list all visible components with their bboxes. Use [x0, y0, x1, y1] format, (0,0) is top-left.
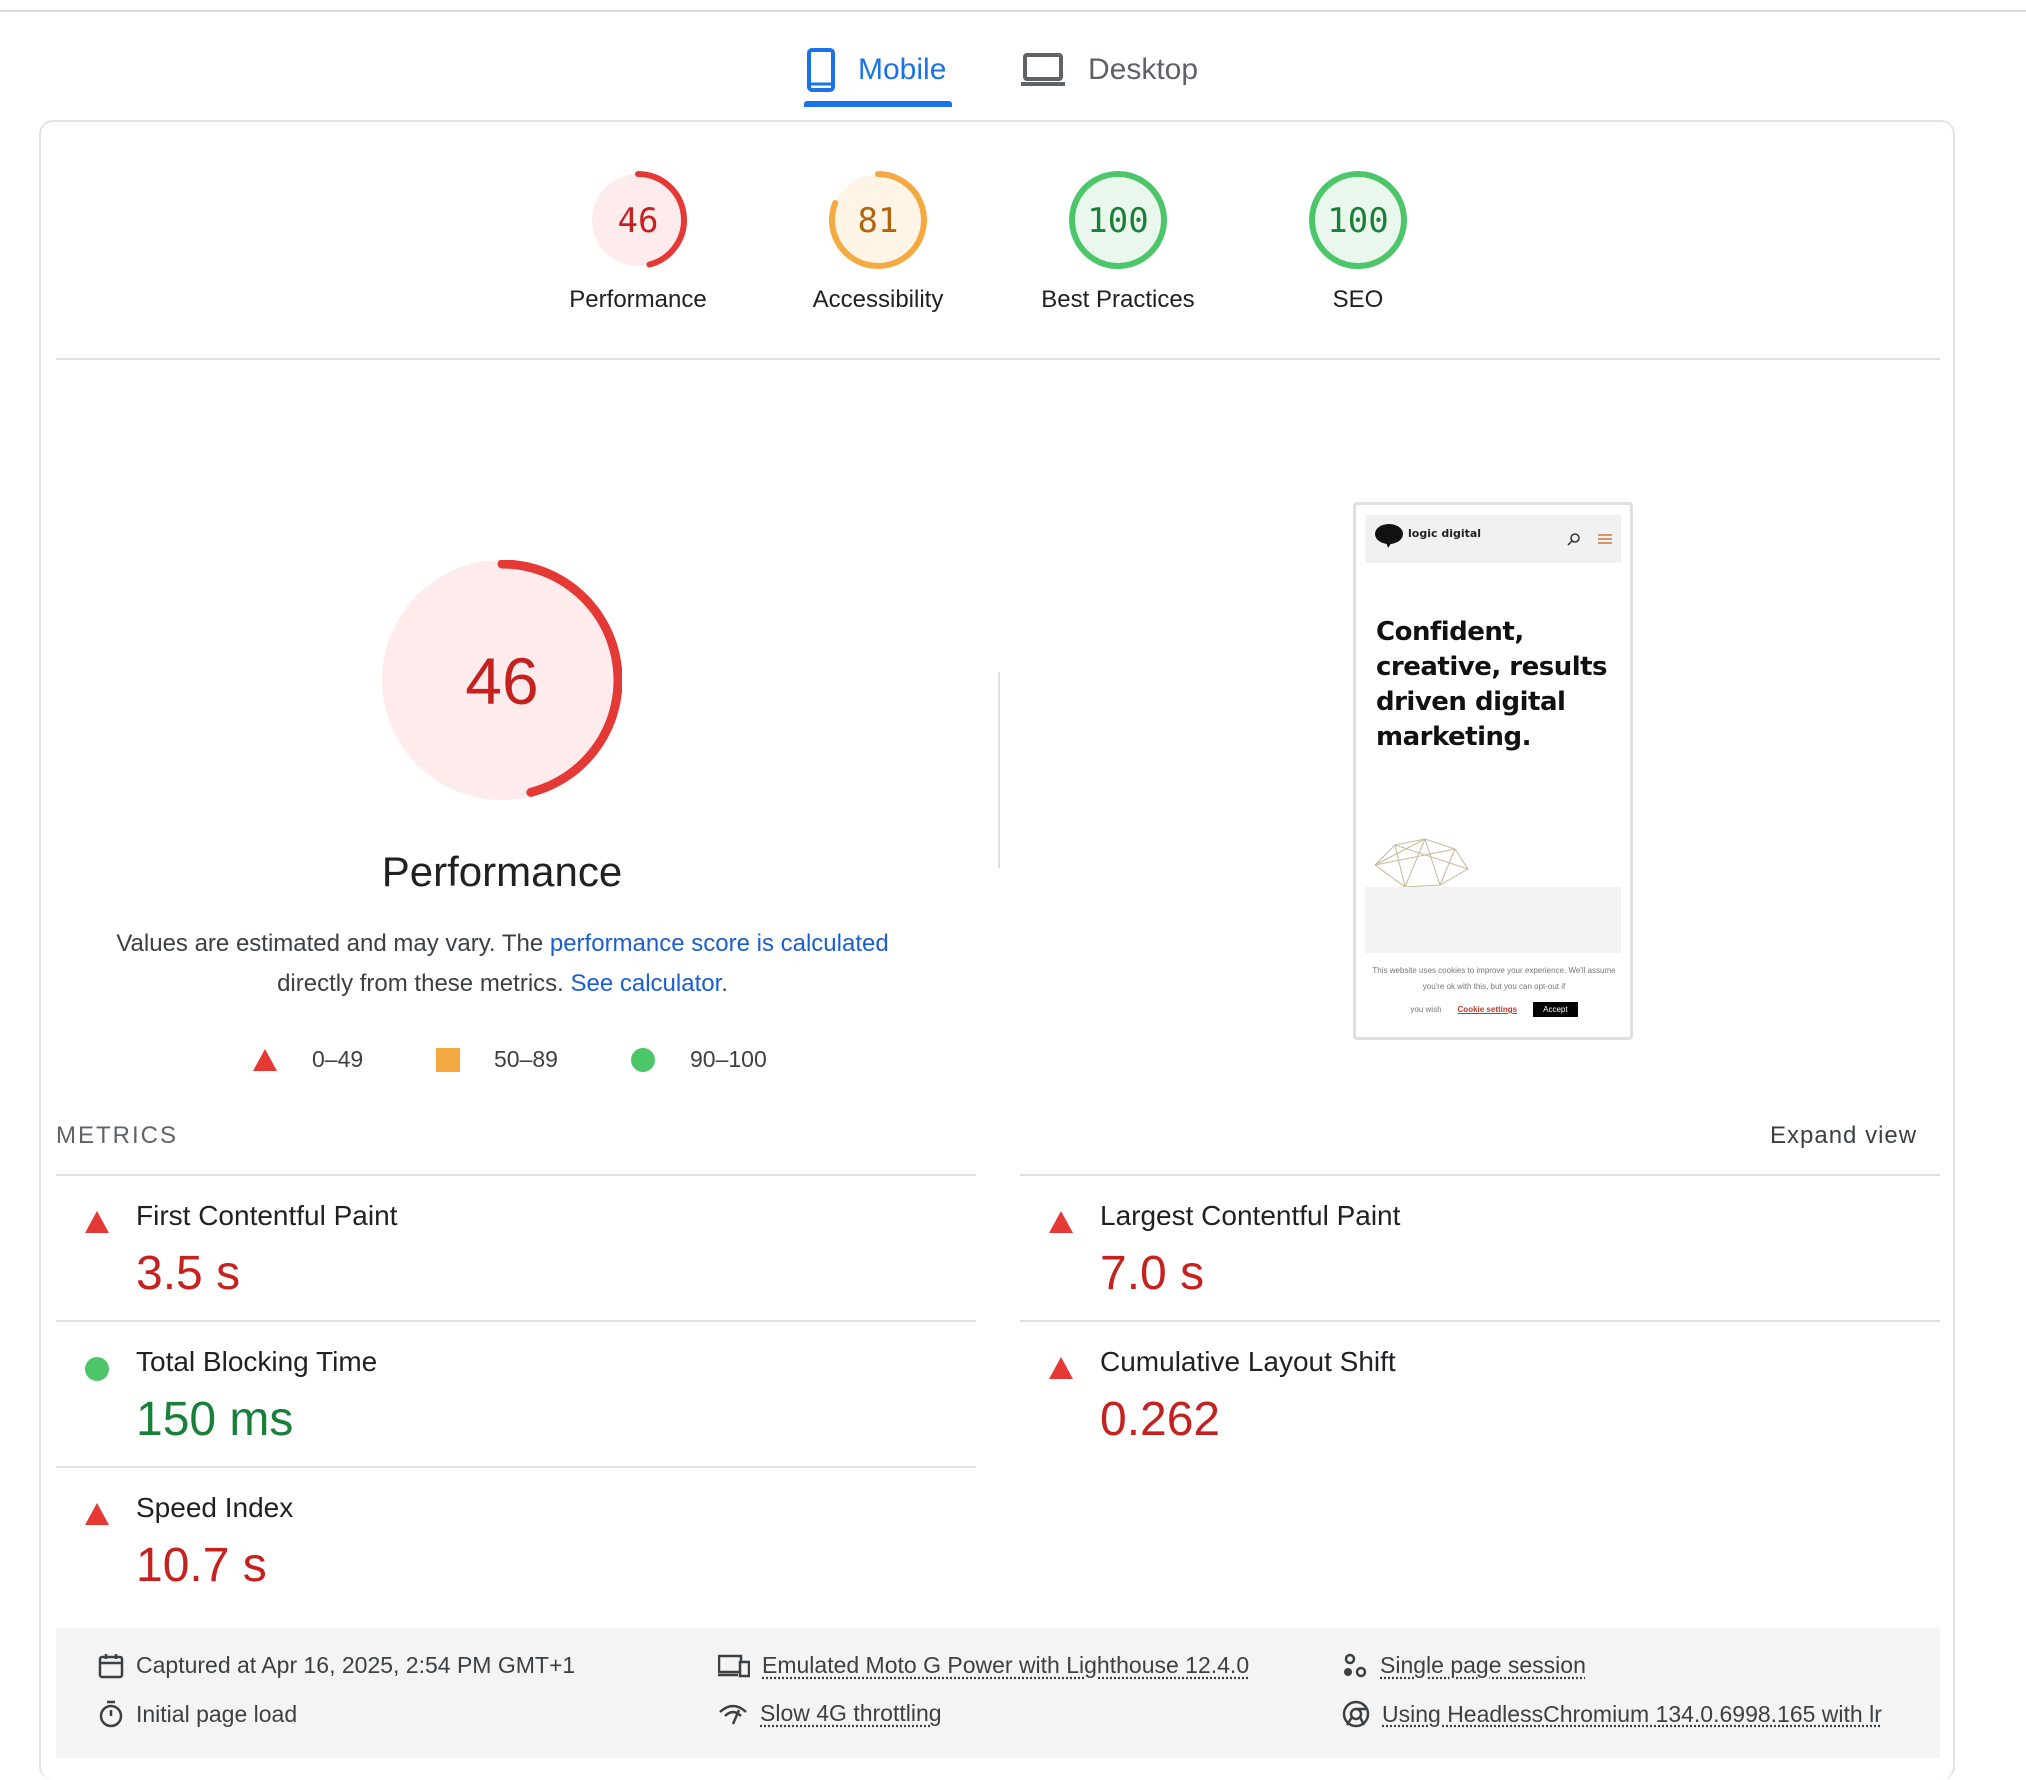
- triangle-icon: [85, 1503, 109, 1525]
- metric-name: Speed Index: [136, 1492, 294, 1523]
- metric-divider: [56, 1320, 976, 1322]
- tab-mobile[interactable]: Mobile: [806, 30, 946, 110]
- runtime-settings: Captured at Apr 16, 2025, 2:54 PM GMT+1 …: [56, 1628, 1940, 1758]
- page-screenshot: logic digital Confident, creative, resul…: [1353, 502, 1633, 1040]
- see-calculator-link[interactable]: See calculator: [570, 970, 721, 997]
- metrics-title: METRICS: [56, 1122, 178, 1149]
- emulated-device-link[interactable]: Emulated Moto G Power with Lighthouse 12…: [762, 1652, 1249, 1679]
- metric-value: 10.7 s: [136, 1539, 267, 1592]
- expand-view-button[interactable]: Expand view: [1770, 1122, 1917, 1150]
- throttling-link[interactable]: Slow 4G throttling: [760, 1700, 942, 1727]
- metric-divider: [1020, 1174, 1940, 1176]
- legend-poor-label: 0–49: [312, 1046, 364, 1072]
- cookie-wish: you wish: [1410, 1005, 1442, 1014]
- score-label: SEO: [1332, 286, 1384, 313]
- menu-icon: [1598, 534, 1612, 544]
- score-gauge-ring: 46: [592, 171, 687, 268]
- cookie-settings-link: Cookie settings: [1457, 1005, 1518, 1014]
- triangle-icon: [253, 1048, 277, 1071]
- signal-icon: [719, 1704, 747, 1724]
- cookie-accept-button: Accept: [1533, 1002, 1578, 1017]
- metric-name: Largest Contentful Paint: [1100, 1200, 1401, 1231]
- score-label: Accessibility: [812, 286, 944, 313]
- performance-title: Performance: [381, 848, 623, 895]
- captured-text: Captured at Apr 16, 2025, 2:54 PM GMT+1: [136, 1652, 576, 1678]
- initial-load-text: Initial page load: [136, 1700, 298, 1727]
- timer-icon: [99, 1700, 123, 1728]
- phone-icon: [807, 48, 835, 92]
- legend-good-label: 90–100: [690, 1046, 767, 1072]
- session-info: Single page session: [1342, 1652, 1586, 1679]
- main-gauge-score: 46: [465, 644, 538, 718]
- browser-link[interactable]: Using HeadlessChromium 134.0.6998.165 wi…: [1382, 1701, 1882, 1728]
- legend-average: 50–89: [436, 1046, 558, 1073]
- desc-text-3: .: [721, 970, 728, 997]
- devices-icon: [718, 1654, 750, 1677]
- active-tab-indicator: [804, 101, 952, 107]
- metric-value: 3.5 s: [136, 1247, 241, 1300]
- metric-divider: [56, 1466, 976, 1468]
- score-label: Performance: [569, 286, 707, 313]
- session-icon: [1344, 1653, 1367, 1677]
- chrome-icon: [1342, 1700, 1370, 1728]
- emulated-device-info: Emulated Moto G Power with Lighthouse 12…: [718, 1652, 1249, 1679]
- score-value: 100: [1087, 201, 1148, 241]
- metric-value: 0.262: [1100, 1393, 1221, 1446]
- score-gauge-ring: 100: [1309, 171, 1407, 269]
- metric-value: 7.0 s: [1100, 1247, 1205, 1300]
- session-link[interactable]: Single page session: [1380, 1652, 1586, 1679]
- screenshot-gray-block: [1365, 887, 1621, 953]
- screenshot-heading: Confident, creative, results driven digi…: [1376, 617, 1608, 752]
- square-icon: [436, 1047, 460, 1072]
- metric-value: 150 ms: [136, 1393, 294, 1446]
- legend-poor: 0–49: [252, 1046, 363, 1073]
- legend-average-label: 50–89: [494, 1046, 558, 1072]
- calendar-icon: [98, 1653, 124, 1678]
- triangle-icon: [1049, 1357, 1073, 1379]
- triangle-icon: [85, 1211, 109, 1233]
- legend-good: 90–100: [630, 1046, 767, 1073]
- score-gauge-seo[interactable]: 100 SEO: [1238, 168, 1478, 314]
- desc-text-1: Values are estimated and may vary. The: [116, 930, 550, 957]
- performance-main-gauge: 46: [382, 560, 622, 800]
- score-value: 46: [618, 201, 659, 241]
- score-label: Best Practices: [1041, 286, 1195, 313]
- triangle-icon: [1049, 1211, 1073, 1233]
- metric-divider: [56, 1174, 976, 1176]
- score-value: 100: [1327, 201, 1388, 241]
- metric-name: First Contentful Paint: [136, 1200, 398, 1231]
- tab-mobile-label: Mobile: [858, 53, 947, 86]
- score-description: Values are estimated and may vary. The p…: [100, 924, 905, 1004]
- laptop-icon: [1021, 53, 1065, 86]
- circle-icon: [85, 1357, 109, 1381]
- search-icon: [1567, 533, 1580, 546]
- cookie-notice: This website uses cookies to improve you…: [1372, 966, 1616, 991]
- circle-icon: [631, 1047, 655, 1072]
- score-gauge-performance[interactable]: 46 Performance: [518, 168, 758, 314]
- section-divider: [998, 672, 1000, 868]
- score-value: 81: [858, 201, 899, 241]
- logo-bubble-icon: [1375, 524, 1403, 548]
- browser-info: Using HeadlessChromium 134.0.6998.165 wi…: [1342, 1700, 1882, 1728]
- screenshot-logo: logic digital: [1408, 527, 1482, 540]
- throttling-info: Slow 4G throttling: [718, 1700, 942, 1727]
- metric-name: Total Blocking Time: [136, 1346, 378, 1377]
- top-border: [0, 10, 2026, 12]
- score-gauge-ring: 100: [1069, 171, 1167, 269]
- desc-text-2: directly from these metrics.: [277, 970, 571, 997]
- score-gauge-accessibility[interactable]: 81 Accessibility: [758, 168, 998, 314]
- tab-desktop-label: Desktop: [1088, 53, 1199, 86]
- score-gauge-ring: 81: [829, 171, 927, 269]
- tab-desktop[interactable]: Desktop: [1020, 30, 1198, 110]
- wireframe-graphic-icon: [1374, 838, 1469, 888]
- cookie-actions: you wish Cookie settings Accept: [1366, 1002, 1622, 1017]
- metric-name: Cumulative Layout Shift: [1100, 1346, 1396, 1377]
- initial-load-info: Initial page load: [98, 1700, 297, 1728]
- score-divider: [56, 358, 1940, 360]
- score-gauge-best-practices[interactable]: 100 Best Practices: [998, 168, 1238, 314]
- metric-divider: [1020, 1320, 1940, 1322]
- score-calculated-link[interactable]: performance score is calculated: [550, 930, 889, 957]
- captured-info: Captured at Apr 16, 2025, 2:54 PM GMT+1: [98, 1652, 575, 1679]
